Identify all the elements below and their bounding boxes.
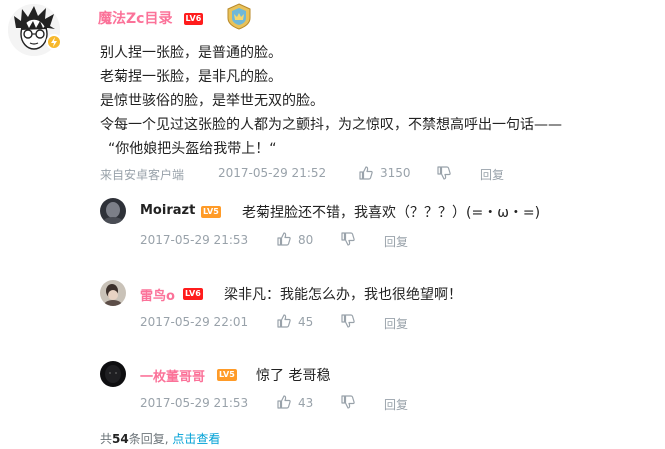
reply-time: 2017-05-29 21:53 <box>140 396 249 410</box>
comment-line: 别人捏一张脸，是普通的脸。 <box>100 45 282 61</box>
comment-meta: 来自安卓客户端 2017-05-29 21:52 3150 回复 <box>100 165 660 183</box>
like-count: 45 <box>298 315 314 329</box>
reply-summary-suffix: 条回复, <box>128 432 169 446</box>
reply-username[interactable]: Moirazt <box>140 203 195 218</box>
reply-avatar[interactable] <box>100 280 126 306</box>
dislike-icon[interactable] <box>436 165 452 184</box>
dislike-icon[interactable] <box>340 394 356 414</box>
reply-summary: 共54条回复, 点击查看 <box>100 430 220 447</box>
reply-text: 老菊捏脸还不错，我喜欢（？？？）(=・ω・=) <box>242 205 541 221</box>
reply-item: 一枚董哥哥 LV5 惊了 老哥稳 2017-05-29 21:53 43 回复 <box>100 361 660 421</box>
reply-text: 梁非凡：我能怎么办，我也很绝望啊！ <box>224 287 462 303</box>
like-icon[interactable] <box>276 394 292 414</box>
reply-avatar[interactable] <box>100 361 126 387</box>
comment-time: 2017-05-29 21:52 <box>218 166 327 180</box>
comment-content: 别人捏一张脸，是普通的脸。 老菊捏一张脸，是非凡的脸。 是惊世骇俗的脸，是举世无… <box>100 41 660 161</box>
like-icon[interactable] <box>276 231 292 251</box>
dislike-icon[interactable] <box>340 231 356 251</box>
comment-line: 老菊捏一张脸，是非凡的脸。 <box>100 69 282 85</box>
commenter-username[interactable]: 魔法Zc目录 <box>98 11 172 27</box>
dislike-icon[interactable] <box>340 313 356 333</box>
level-badge: LV6 <box>183 288 203 300</box>
commenter-avatar[interactable] <box>8 4 62 56</box>
reply-text: 惊了 老哥稳 <box>256 368 331 384</box>
reply-button[interactable]: 回复 <box>480 166 504 183</box>
reply-summary-prefix: 共 <box>100 432 113 446</box>
reply-button[interactable]: 回复 <box>384 396 408 413</box>
reply-time: 2017-05-29 22:01 <box>140 315 249 329</box>
reply-username[interactable]: 一枚董哥哥 <box>140 366 205 385</box>
reply-item: Moirazt LV5 老菊捏脸还不错，我喜欢（？？？）(=・ω・=) 2017… <box>100 198 660 258</box>
comment-line: 令每一个见过这张脸的人都为之颤抖，为之惊叹，不禁想高呼出一句话—— <box>100 117 562 133</box>
verified-badge-icon <box>46 34 62 50</box>
reply-item: 雷鸟o LV6 梁非凡：我能怎么办，我也很绝望啊！ 2017-05-29 22:… <box>100 280 660 340</box>
level-badge: LV5 <box>217 369 237 381</box>
comment-line: “你他娘把头盔给我带上！“ <box>108 141 277 157</box>
reply-time: 2017-05-29 21:53 <box>140 233 249 247</box>
reply-button[interactable]: 回复 <box>384 315 408 332</box>
medal-icon[interactable] <box>225 2 253 30</box>
comment-line: 是惊世骇俗的脸，是举世无双的脸。 <box>100 93 324 109</box>
reply-count: 54 <box>112 432 129 446</box>
like-count: 3150 <box>380 166 411 180</box>
like-icon[interactable] <box>358 165 374 184</box>
level-badge: LV5 <box>201 206 221 218</box>
view-replies-link[interactable]: 点击查看 <box>172 432 220 446</box>
reply-button[interactable]: 回复 <box>384 233 408 250</box>
like-count: 80 <box>298 233 314 247</box>
comment-source: 来自安卓客户端 <box>100 168 185 182</box>
reply-avatar[interactable] <box>100 198 126 224</box>
like-count: 43 <box>298 396 314 410</box>
reply-username[interactable]: 雷鸟o <box>140 285 175 304</box>
level-badge: LV6 <box>183 13 204 25</box>
like-icon[interactable] <box>276 313 292 333</box>
